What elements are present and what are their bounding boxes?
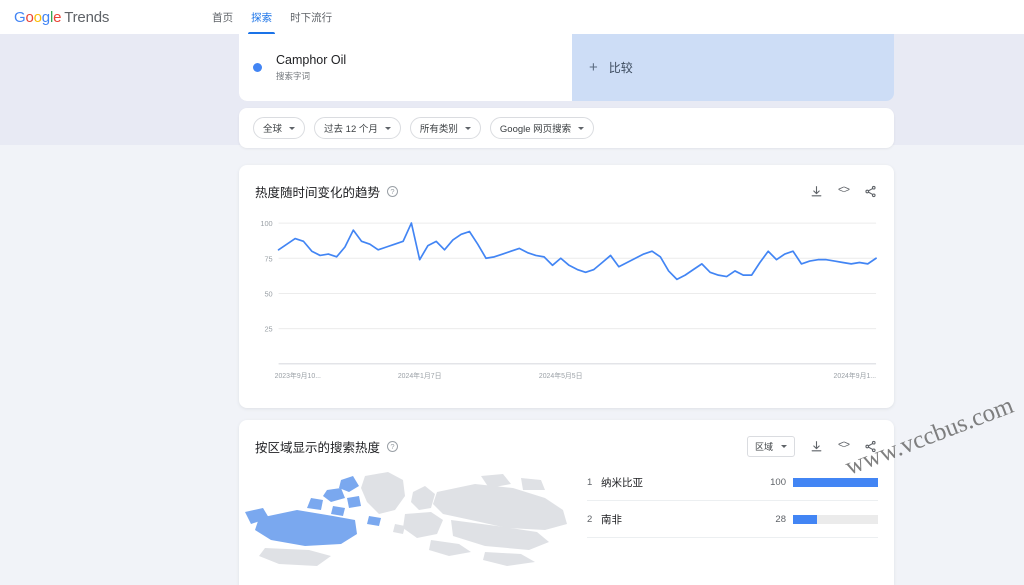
embed-icon[interactable]: <> <box>836 184 851 199</box>
plus-icon: + <box>589 60 598 75</box>
add-comparison-button[interactable]: + 比较 <box>572 34 894 101</box>
svg-text:2023年9月10...: 2023年9月10... <box>275 371 321 380</box>
search-terms-row: Camphor Oil 搜索字词 + 比较 <box>239 34 894 101</box>
filter-chip-category[interactable]: 所有类别 <box>410 117 481 139</box>
help-icon[interactable]: ? <box>387 186 398 197</box>
page-content: Camphor Oil 搜索字词 + 比较 全球 过去 12 个月 所有类别 G… <box>0 34 1024 540</box>
svg-text:2024年5月5日: 2024年5月5日 <box>539 371 583 380</box>
table-row[interactable]: 2 南非 28 <box>587 501 878 538</box>
share-icon[interactable] <box>863 439 878 454</box>
region-name: 南非 <box>601 512 622 527</box>
trend-chart[interactable]: 100 75 50 25 2023年9月10... 2024年1月7日 2024年5月5日… <box>249 209 880 400</box>
region-card-title: 按区域显示的搜索热度 <box>255 437 380 456</box>
world-map-svg <box>245 464 575 585</box>
chevron-down-icon <box>781 445 787 448</box>
chevron-down-icon <box>385 127 391 130</box>
trend-chart-svg: 100 75 50 25 2023年9月10... 2024年1月7日 2024年5月5日… <box>249 209 880 400</box>
region-ranking-list: 1 纳米比亚 100 2 南非 28 <box>575 464 894 585</box>
trend-card-actions: <> <box>809 184 878 199</box>
chevron-down-icon <box>578 127 584 130</box>
chevron-down-icon <box>289 127 295 130</box>
filter-bar: 全球 过去 12 个月 所有类别 Google 网页搜索 <box>239 108 894 148</box>
region-bar-track <box>793 478 878 487</box>
svg-text:75: 75 <box>264 254 272 263</box>
svg-text:100: 100 <box>260 219 272 228</box>
svg-text:2024年1月7日: 2024年1月7日 <box>398 371 442 380</box>
region-name: 纳米比亚 <box>601 475 643 490</box>
trend-card-title: 热度随时间变化的趋势 <box>255 182 380 201</box>
app-header: GoogleTrends 首页 探索 时下流行 <box>0 0 1024 34</box>
search-term-subtitle: 搜索字词 <box>276 71 346 82</box>
svg-text:25: 25 <box>264 325 272 334</box>
filter-chip-search-type-label: Google 网页搜索 <box>500 121 571 135</box>
world-map[interactable] <box>239 464 575 585</box>
series-color-dot <box>253 63 262 72</box>
region-bar-fill <box>793 515 817 524</box>
logo-trends-word: Trends <box>64 9 109 26</box>
download-icon[interactable] <box>809 439 824 454</box>
search-term-title: Camphor Oil <box>276 53 346 69</box>
google-trends-logo[interactable]: GoogleTrends <box>14 9 109 26</box>
chart-x-ticks: 2023年9月10... 2024年1月7日 2024年5月5日 2024年9月1..… <box>275 371 876 380</box>
share-icon[interactable] <box>863 184 878 199</box>
interest-by-region-card: 按区域显示的搜索热度 ? 区域 <> <box>239 420 894 585</box>
trend-line-series <box>279 223 876 279</box>
compare-label: 比较 <box>609 59 633 76</box>
region-bar-fill <box>793 478 878 487</box>
region-bar-track <box>793 515 878 524</box>
region-value: 100 <box>770 477 786 488</box>
download-icon[interactable] <box>809 184 824 199</box>
region-scope-select[interactable]: 区域 <box>747 436 795 457</box>
region-card-actions: 区域 <> <box>747 436 878 457</box>
region-card-header: 按区域显示的搜索热度 ? 区域 <> <box>239 420 894 458</box>
chevron-down-icon <box>465 127 471 130</box>
filter-chip-search-type[interactable]: Google 网页搜索 <box>490 117 594 139</box>
interest-over-time-card: 热度随时间变化的趋势 ? <> <box>239 165 894 408</box>
region-rank: 2 <box>587 514 601 525</box>
search-term-card[interactable]: Camphor Oil 搜索字词 <box>239 34 572 101</box>
trend-card-header: 热度随时间变化的趋势 ? <> <box>239 165 894 203</box>
chart-y-ticks: 100 75 50 25 <box>260 219 272 334</box>
filter-chip-location[interactable]: 全球 <box>253 117 305 139</box>
filter-chip-timerange[interactable]: 过去 12 个月 <box>314 117 401 139</box>
filter-chip-category-label: 所有类别 <box>420 121 458 135</box>
help-icon[interactable]: ? <box>387 441 398 452</box>
nav-item-home[interactable]: 首页 <box>203 0 242 34</box>
nav-item-trending[interactable]: 时下流行 <box>281 0 341 34</box>
region-card-body: 1 纳米比亚 100 2 南非 28 <box>239 464 894 585</box>
filter-chip-timerange-label: 过去 12 个月 <box>324 121 378 135</box>
region-rank: 1 <box>587 477 601 488</box>
main-nav: 首页 探索 时下流行 <box>203 0 341 34</box>
region-scope-label: 区域 <box>755 440 773 453</box>
filter-chip-location-label: 全球 <box>263 121 282 135</box>
chart-gridlines <box>279 223 876 329</box>
table-row[interactable]: 1 纳米比亚 100 <box>587 464 878 501</box>
embed-icon[interactable]: <> <box>836 439 851 454</box>
nav-item-explore[interactable]: 探索 <box>242 0 281 34</box>
svg-text:50: 50 <box>264 289 272 298</box>
region-value: 28 <box>775 514 786 525</box>
svg-text:2024年9月1...: 2024年9月1... <box>834 371 877 380</box>
